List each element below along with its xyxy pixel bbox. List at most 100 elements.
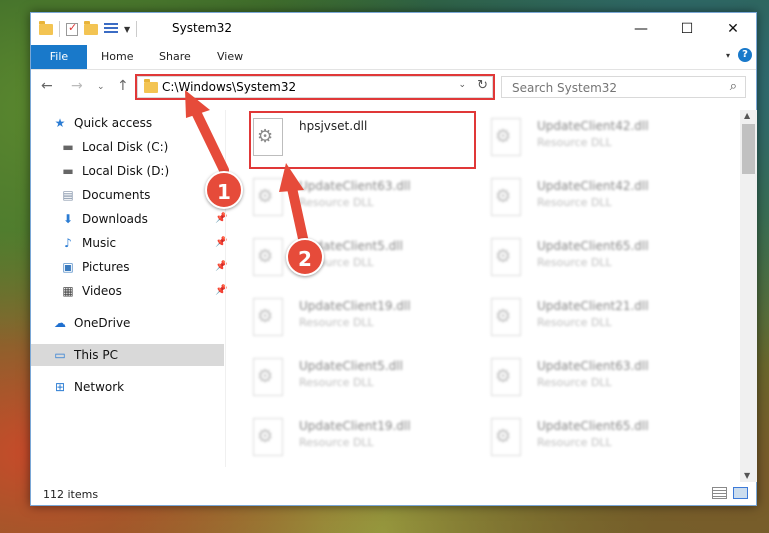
forward-arrow-icon[interactable]: → <box>71 78 83 94</box>
file-name: UpdateClient5.dll <box>299 359 403 373</box>
file-name: UpdateClient63.dll <box>299 179 411 193</box>
status-bar: 112 items <box>31 483 756 506</box>
sidebar-item-label: Local Disk (D:) <box>82 164 170 178</box>
computer-icon: ▭ <box>54 348 66 362</box>
recent-locations-icon[interactable]: ⌄ <box>97 82 105 92</box>
maximize-button[interactable]: ☐ <box>664 13 710 45</box>
cloud-icon: ☁ <box>54 316 66 330</box>
list-item[interactable]: ⚙ UpdateClient65.dll Resource DLL <box>469 234 699 284</box>
sidebar-item-local-disk-c[interactable]: ▬ Local Disk (C:) <box>61 136 168 158</box>
list-item[interactable]: ⚙ UpdateClient5.dll Resource DLL <box>231 354 461 404</box>
network-icon: ⊞ <box>54 380 66 394</box>
sidebar-item-network[interactable]: ⊞ Network <box>53 376 124 398</box>
customize-qat-icon[interactable] <box>104 23 118 35</box>
file-type: Resource DLL <box>537 316 612 329</box>
videos-icon: ▦ <box>62 284 74 298</box>
sidebar-item-videos[interactable]: ▦ Videos 📌 <box>61 280 227 302</box>
window-title: System32 <box>172 21 233 35</box>
address-bar-highlight <box>135 74 495 100</box>
pane-divider <box>225 110 226 467</box>
dll-file-icon: ⚙ <box>253 358 283 396</box>
pictures-icon: ▣ <box>62 260 74 274</box>
list-item[interactable]: ⚙ UpdateClient19.dll Resource DLL <box>231 294 461 344</box>
sidebar-item-label: Pictures <box>82 260 130 274</box>
list-item[interactable]: ⚙ UpdateClient63.dll Resource DLL <box>469 354 699 404</box>
minimize-button[interactable]: — <box>618 13 664 45</box>
sidebar-item-label: OneDrive <box>74 316 131 330</box>
list-item[interactable]: ⚙ UpdateClient19.dll Resource DLL <box>231 414 461 464</box>
dll-file-icon: ⚙ <box>491 118 521 156</box>
tab-home[interactable]: Home <box>101 45 133 69</box>
search-input[interactable] <box>510 80 714 96</box>
sidebar-item-local-disk-d[interactable]: ▬ Local Disk (D:) <box>61 160 169 182</box>
sidebar-item-pictures[interactable]: ▣ Pictures 📌 <box>61 256 227 278</box>
tab-file[interactable]: File <box>31 45 87 69</box>
sidebar-item-label: Videos <box>82 284 122 298</box>
star-icon: ★ <box>54 116 66 130</box>
scroll-down-icon[interactable]: ▼ <box>744 471 750 480</box>
list-item[interactable]: ⚙ UpdateClient42.dll Resource DLL <box>469 174 699 224</box>
list-item[interactable]: ⚙ UpdateClient21.dll Resource DLL <box>469 294 699 344</box>
list-item[interactable]: ⚙ UpdateClient63.dll Resource DLL <box>231 174 461 224</box>
sidebar-item-music[interactable]: ♪ Music 📌 <box>61 232 227 254</box>
music-icon: ♪ <box>64 236 72 250</box>
selected-file-highlight <box>249 111 476 169</box>
step-2-badge: 2 <box>286 238 324 276</box>
quick-access-toolbar: ▼ <box>39 20 138 37</box>
list-item[interactable]: ⚙ UpdateClient42.dll Resource DLL <box>469 114 699 164</box>
list-item[interactable]: ⚙ UpdateClient5.dll Resource DLL <box>231 234 461 284</box>
sidebar-item-label: Quick access <box>74 116 153 130</box>
sidebar-item-label: Network <box>74 380 125 394</box>
scrollbar-thumb[interactable] <box>742 124 755 174</box>
search-icon[interactable]: ⌕ <box>730 79 737 94</box>
sidebar-item-onedrive[interactable]: ☁ OneDrive <box>53 312 130 334</box>
search-box[interactable]: ⌕ <box>501 76 746 98</box>
large-icons-view-icon[interactable] <box>733 487 748 499</box>
file-name: UpdateClient65.dll <box>537 419 649 433</box>
vertical-scrollbar[interactable]: ▲ ▼ <box>740 110 757 482</box>
scroll-up-icon[interactable]: ▲ <box>744 111 750 120</box>
up-arrow-icon[interactable]: ↑ <box>117 78 129 94</box>
file-name: UpdateClient21.dll <box>537 299 649 313</box>
file-type: Resource DLL <box>537 376 612 389</box>
title-bar: ▼ System32 — ☐ ✕ <box>31 13 756 45</box>
dll-file-icon: ⚙ <box>491 298 521 336</box>
file-name: UpdateClient65.dll <box>537 239 649 253</box>
sidebar-item-downloads[interactable]: ⬇ Downloads 📌 <box>61 208 227 230</box>
sidebar-item-documents[interactable]: ▤ Documents 📌 <box>61 184 227 206</box>
tab-view[interactable]: View <box>217 45 243 69</box>
documents-icon: ▤ <box>62 188 74 202</box>
file-name: UpdateClient19.dll <box>299 419 411 433</box>
expand-ribbon-icon[interactable]: ▾ <box>726 51 730 60</box>
new-folder-icon[interactable] <box>84 20 98 35</box>
ribbon-tabs: File Home Share View ▾ ? <box>31 45 756 70</box>
item-count: 112 items <box>43 488 99 501</box>
file-type: Resource DLL <box>537 256 612 269</box>
download-icon: ⬇ <box>62 212 74 226</box>
sidebar-item-quick-access[interactable]: ★ Quick access <box>53 112 153 134</box>
properties-check-icon[interactable] <box>66 21 78 36</box>
list-item[interactable]: ⚙ UpdateClient65.dll Resource DLL <box>469 414 699 464</box>
file-type: Resource DLL <box>299 316 374 329</box>
close-button[interactable]: ✕ <box>710 13 756 45</box>
drive-icon: ▬ <box>62 140 74 154</box>
chevron-down-icon[interactable]: ▼ <box>124 25 130 34</box>
tab-share[interactable]: Share <box>159 45 191 69</box>
dll-file-icon: ⚙ <box>491 358 521 396</box>
sidebar-item-label: Downloads <box>82 212 148 226</box>
sidebar-item-this-pc[interactable]: ▭ This PC <box>31 344 224 366</box>
file-type: Resource DLL <box>299 436 374 449</box>
dll-file-icon: ⚙ <box>253 298 283 336</box>
file-type: Resource DLL <box>299 376 374 389</box>
folder-icon <box>39 20 53 35</box>
file-type: Resource DLL <box>299 196 374 209</box>
help-icon[interactable]: ? <box>738 48 752 62</box>
details-view-icon[interactable] <box>712 487 727 499</box>
dll-file-icon: ⚙ <box>491 418 521 456</box>
file-name: UpdateClient42.dll <box>537 179 649 193</box>
navigation-pane: ★ Quick access ▬ Local Disk (C:) ▬ Local… <box>31 110 227 468</box>
file-explorer-window: ▼ System32 — ☐ ✕ File Home Share View ▾ … <box>30 12 757 506</box>
sidebar-item-label: Documents <box>82 188 151 202</box>
file-type: Resource DLL <box>537 196 612 209</box>
back-arrow-icon[interactable]: ← <box>41 78 53 94</box>
